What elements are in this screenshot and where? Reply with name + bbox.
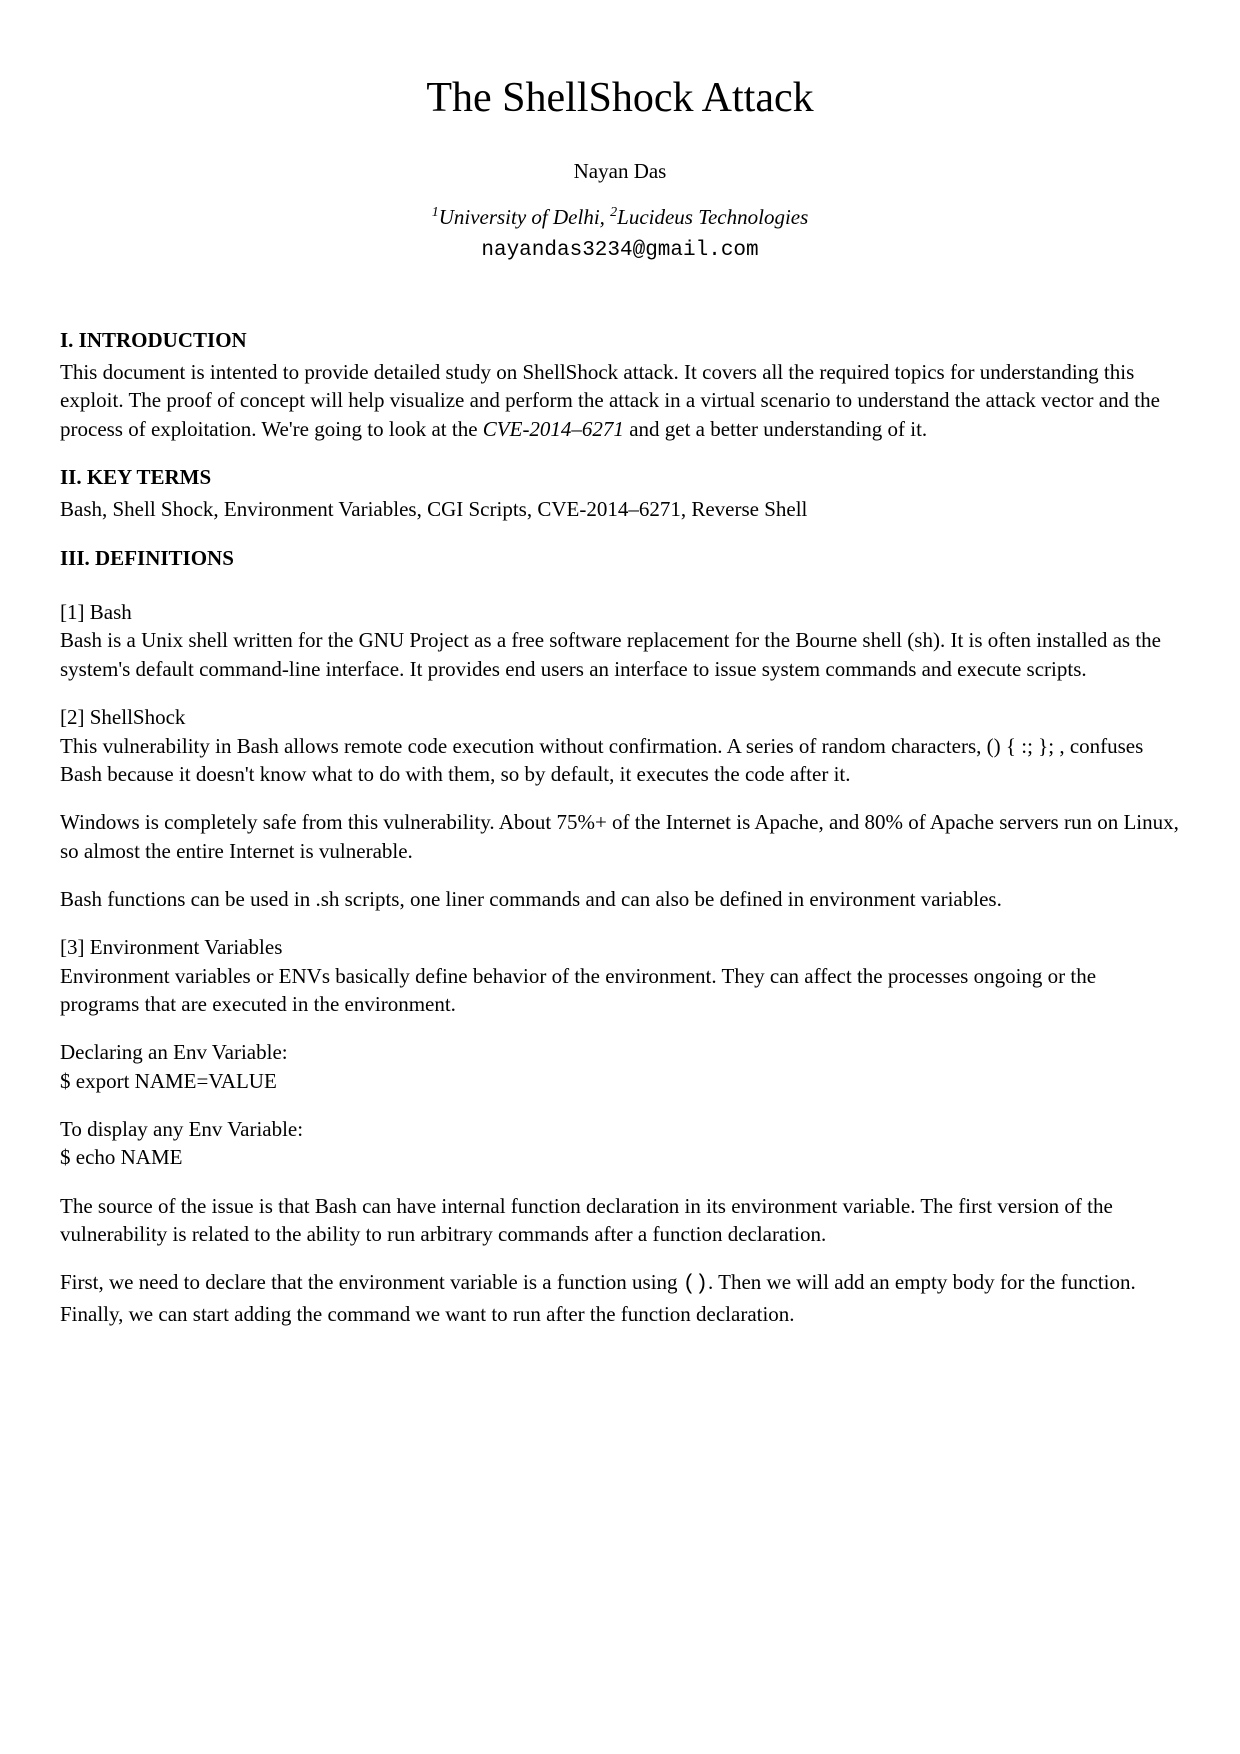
env-p3-text-a: First, we need to declare that the envir… — [60, 1270, 683, 1294]
introduction-paragraph: This document is intented to provide det… — [60, 358, 1180, 443]
definition-shellshock: [2] ShellShock This vulnerability in Bas… — [60, 703, 1180, 913]
section-introduction: I. INTRODUCTION This document is intente… — [60, 326, 1180, 443]
intro-text-b: and get a better understanding of it. — [624, 417, 927, 441]
definition-env-variables: [3] Environment Variables Environment va… — [60, 933, 1180, 1328]
key-terms-list: Bash, Shell Shock, Environment Variables… — [60, 495, 1180, 523]
env-declare-command: $ export NAME=VALUE — [60, 1067, 1180, 1095]
section-heading-definitions: III. DEFINITIONS — [60, 544, 1180, 572]
definition-shellshock-p2: Windows is completely safe from this vul… — [60, 808, 1180, 865]
definition-env-p1: Environment variables or ENVs basically … — [60, 962, 1180, 1019]
definition-env-p3: First, we need to declare that the envir… — [60, 1268, 1180, 1328]
env-declare-label: Declaring an Env Variable: — [60, 1038, 1180, 1066]
env-declare-block: Declaring an Env Variable: $ export NAME… — [60, 1038, 1180, 1095]
section-heading-key-terms: II. KEY TERMS — [60, 463, 1180, 491]
definition-heading-env: [3] Environment Variables — [60, 933, 1180, 961]
paper-title: The ShellShock Attack — [60, 70, 1180, 127]
definition-env-p2: The source of the issue is that Bash can… — [60, 1192, 1180, 1249]
env-p3-mono: () — [683, 1273, 708, 1296]
definition-heading-shellshock: [2] ShellShock — [60, 703, 1180, 731]
definition-bash-p1: Bash is a Unix shell written for the GNU… — [60, 626, 1180, 683]
author-name: Nayan Das — [60, 157, 1180, 185]
definition-shellshock-p3: Bash functions can be used in .sh script… — [60, 885, 1180, 913]
definition-heading-bash: [1] Bash — [60, 598, 1180, 626]
section-key-terms: II. KEY TERMS Bash, Shell Shock, Environ… — [60, 463, 1180, 524]
env-display-command: $ echo NAME — [60, 1143, 1180, 1171]
env-display-label: To display any Env Variable: — [60, 1115, 1180, 1143]
definition-bash: [1] Bash Bash is a Unix shell written fo… — [60, 598, 1180, 683]
section-heading-introduction: I. INTRODUCTION — [60, 326, 1180, 354]
env-display-block: To display any Env Variable: $ echo NAME — [60, 1115, 1180, 1172]
cve-reference: CVE-2014–6271 — [483, 417, 624, 441]
affiliation-sup-1: 1 — [432, 205, 439, 220]
affiliation-2: Lucideus Technologies — [617, 205, 808, 229]
affiliation-1: University of Delhi, — [439, 205, 610, 229]
author-email: nayandas3234@gmail.com — [60, 237, 1180, 265]
affiliations: 1University of Delhi, 2Lucideus Technolo… — [60, 203, 1180, 231]
section-definitions: III. DEFINITIONS [1] Bash Bash is a Unix… — [60, 544, 1180, 1328]
definition-shellshock-p1: This vulnerability in Bash allows remote… — [60, 732, 1180, 789]
